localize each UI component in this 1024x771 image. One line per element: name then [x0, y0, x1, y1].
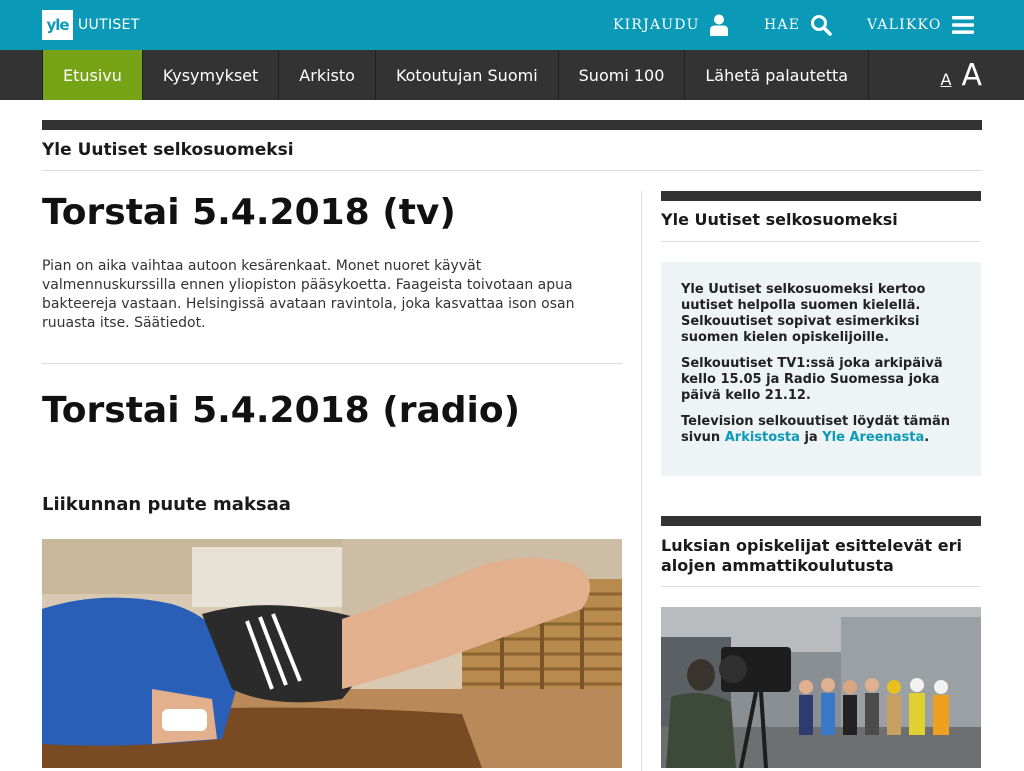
- info-box: Yle Uutiset selkosuomeksi kertoo uutiset…: [661, 262, 981, 476]
- nav-item-kotoutujan-suomi[interactable]: Kotoutujan Suomi: [376, 50, 559, 100]
- nav-item-kysymykset[interactable]: Kysymykset: [143, 50, 280, 100]
- nav-item-etusivu[interactable]: Etusivu: [42, 50, 143, 100]
- logo-text: UUTISET: [78, 17, 140, 33]
- info-text-after: .: [924, 430, 930, 445]
- menu-label: VALIKKO: [867, 17, 942, 33]
- nav-item-laheta-palautetta[interactable]: Lähetä palautetta: [685, 50, 870, 100]
- login-label: KIRJAUDU: [613, 17, 700, 33]
- search-icon: [811, 15, 832, 36]
- info-paragraph-3: Television selkouutiset löydät tämän siv…: [681, 414, 961, 446]
- story-title-liikunta[interactable]: Liikunnan puute maksaa: [42, 494, 291, 515]
- article-lead-tv: Pian on aika vaihtaa autoon kesärenkaat.…: [42, 258, 575, 331]
- column-divider: [641, 191, 642, 771]
- font-size-small-button[interactable]: A: [941, 70, 952, 89]
- info-paragraph-2: Selkouutiset TV1:ssä joka arkipäivä kell…: [681, 356, 943, 403]
- sidebar-story-image[interactable]: [661, 607, 981, 768]
- login-button[interactable]: KIRJAUDU: [613, 0, 728, 50]
- search-button[interactable]: HAE: [764, 0, 832, 50]
- font-size-large-button[interactable]: A: [961, 58, 982, 93]
- info-paragraph-1: Yle Uutiset selkosuomeksi kertoo uutiset…: [681, 282, 926, 345]
- article-divider: [42, 363, 622, 364]
- sidebar-box-top-bar: [661, 191, 981, 201]
- section-title: Yle Uutiset selkosuomeksi: [42, 140, 294, 160]
- main-navigation: Etusivu Kysymykset Arkisto Kotoutujan Su…: [0, 50, 1024, 100]
- font-size-controls: A A: [941, 50, 982, 100]
- user-icon: [709, 14, 728, 36]
- hamburger-menu-icon: [951, 16, 974, 34]
- sidebar-box-title: Yle Uutiset selkosuomeksi: [661, 210, 898, 229]
- sidebar-story-title[interactable]: Luksian opiskelijat esittelevät eri aloj…: [661, 536, 981, 576]
- article-title-radio[interactable]: Torstai 5.4.2018 (radio): [42, 390, 520, 431]
- article-title-tv[interactable]: Torstai 5.4.2018 (tv): [42, 192, 456, 233]
- search-label: HAE: [764, 17, 801, 33]
- story-image-exercise[interactable]: [42, 539, 622, 768]
- section-divider: [42, 170, 982, 171]
- sidebar-story-divider: [661, 586, 981, 587]
- nav-item-arkisto[interactable]: Arkisto: [279, 50, 376, 100]
- menu-button[interactable]: VALIKKO: [867, 0, 974, 50]
- yle-logo-mark: yle: [42, 10, 73, 40]
- link-arkisto[interactable]: Arkistosta: [725, 430, 800, 445]
- top-header: yle UUTISET KIRJAUDU HAE VALIKKO: [0, 0, 1024, 50]
- exercise-photo: [42, 539, 622, 768]
- link-yle-areena[interactable]: Yle Areenasta: [822, 430, 924, 445]
- news-crew-photo: [661, 607, 981, 768]
- section-top-bar: [42, 120, 982, 130]
- sidebar-story-top-bar: [661, 516, 981, 526]
- sidebar-box-divider: [661, 241, 981, 242]
- yle-uutiset-logo[interactable]: yle UUTISET: [42, 10, 140, 40]
- nav-list: Etusivu Kysymykset Arkisto Kotoutujan Su…: [42, 50, 870, 100]
- nav-item-suomi-100[interactable]: Suomi 100: [559, 50, 686, 100]
- info-text-mid: ja: [804, 430, 818, 445]
